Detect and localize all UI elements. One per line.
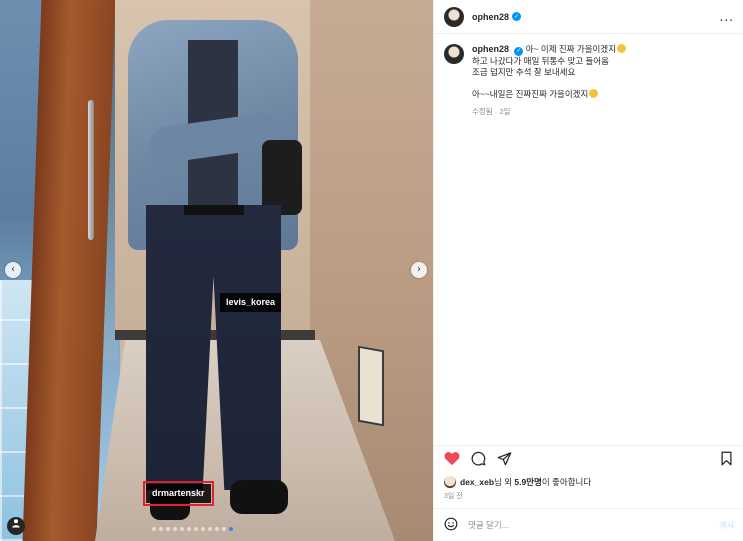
likes-text: dex_xeb님 외 5.9만명이 좋아합니다 bbox=[460, 476, 591, 488]
caption-text-2: 하고 나갔다가 매일 뒤통수 맞고 들어옴 bbox=[472, 56, 609, 66]
emoji-icon bbox=[589, 89, 599, 98]
likes-summary: dex_xeb님 외 5.9만명이 좋아합니다 bbox=[444, 476, 591, 488]
caption-text-1: 아~ 이제 진짜 가을이겠지 bbox=[525, 44, 617, 54]
likes-count[interactable]: 5.9만명 bbox=[514, 477, 541, 487]
comment-input[interactable] bbox=[468, 520, 698, 530]
comment-icon[interactable] bbox=[468, 449, 488, 469]
carousel-dot bbox=[201, 527, 205, 531]
carousel-dot bbox=[159, 527, 163, 531]
carousel-dots bbox=[152, 527, 233, 531]
caption-line-4: 아~~내일은 진짜진짜 가을이겠지 bbox=[472, 89, 626, 100]
share-glyph bbox=[497, 452, 511, 466]
carousel-dot bbox=[194, 527, 198, 531]
carousel-dot bbox=[152, 527, 156, 531]
likes-suffix: 이 좋아합니다 bbox=[541, 477, 592, 487]
post-panel: ophen28 ✓ ... ophen28 ✓ 아~ 이제 진짜 가을이겠지 하… bbox=[433, 0, 743, 541]
caption: ophen28 ✓ 아~ 이제 진짜 가을이겠지 하고 나갔다가 매일 뒤통수 … bbox=[444, 44, 734, 117]
post-header: ophen28 ✓ ... bbox=[434, 0, 743, 34]
caption-line-1: ophen28 ✓ 아~ 이제 진짜 가을이겠지 bbox=[472, 44, 627, 56]
caption-text-3: 조금 덥지만 추석 잘 보내세요 bbox=[472, 67, 576, 77]
smiley-icon[interactable] bbox=[444, 516, 458, 535]
smiley-glyph bbox=[444, 517, 458, 530]
product-tag-drmartens[interactable]: drmartenskr bbox=[143, 481, 214, 506]
tagged-users-glyph bbox=[12, 519, 20, 528]
caption-meta: 수정됨 · 2일 bbox=[472, 107, 511, 116]
carousel-dot bbox=[222, 527, 226, 531]
carousel-dot bbox=[180, 527, 184, 531]
product-tag-levis[interactable]: levis_korea bbox=[220, 293, 282, 312]
chevron-left-icon[interactable]: ‹ bbox=[5, 262, 21, 278]
carousel-dot bbox=[187, 527, 191, 531]
heart-glyph bbox=[444, 452, 460, 466]
emoji-icon bbox=[617, 44, 627, 53]
header-username[interactable]: ophen28 bbox=[472, 12, 509, 22]
action-bar bbox=[434, 445, 743, 471]
liker-avatar[interactable] bbox=[444, 476, 456, 488]
person-shoe-right bbox=[230, 480, 288, 514]
person-icon[interactable] bbox=[7, 517, 25, 535]
person-bag bbox=[262, 140, 302, 215]
comment-bar: 게시 bbox=[434, 508, 743, 541]
share-icon[interactable] bbox=[494, 449, 514, 469]
carousel-dot bbox=[229, 527, 233, 531]
likes-mid: 님 외 bbox=[494, 477, 515, 487]
exit-sign bbox=[358, 345, 384, 427]
caption-text-4: 아~~내일은 진짜진짜 가을이겠지 bbox=[472, 89, 589, 99]
verified-badge-icon: ✓ bbox=[512, 12, 522, 21]
caption-body: ophen28 ✓ 아~ 이제 진짜 가을이겠지 하고 나갔다가 매일 뒤통수 … bbox=[472, 44, 627, 117]
chevron-right-icon[interactable]: › bbox=[411, 262, 427, 278]
post-time[interactable]: 3일 전 bbox=[444, 491, 463, 501]
comment-glyph bbox=[471, 451, 485, 466]
carousel-dot bbox=[208, 527, 212, 531]
liker-username[interactable]: dex_xeb bbox=[460, 477, 494, 487]
avatar[interactable] bbox=[444, 6, 464, 27]
door-handle bbox=[88, 100, 94, 240]
heart-icon[interactable] bbox=[442, 449, 462, 469]
caption-avatar[interactable] bbox=[444, 44, 464, 64]
carousel-dot bbox=[173, 527, 177, 531]
post-photo[interactable]: levis_korea drmartenskr ‹ › bbox=[0, 0, 433, 541]
post-comment-button[interactable]: 게시 bbox=[719, 520, 734, 531]
baseboard bbox=[115, 330, 315, 340]
more-options-icon[interactable]: ... bbox=[720, 10, 734, 24]
person-belt bbox=[184, 205, 244, 215]
carousel-dot bbox=[215, 527, 219, 531]
carousel-dot bbox=[166, 527, 170, 531]
caption-username[interactable]: ophen28 bbox=[472, 44, 509, 54]
bookmark-icon[interactable] bbox=[716, 449, 736, 469]
bookmark-glyph bbox=[721, 451, 731, 466]
verified-badge-icon: ✓ bbox=[514, 47, 524, 56]
